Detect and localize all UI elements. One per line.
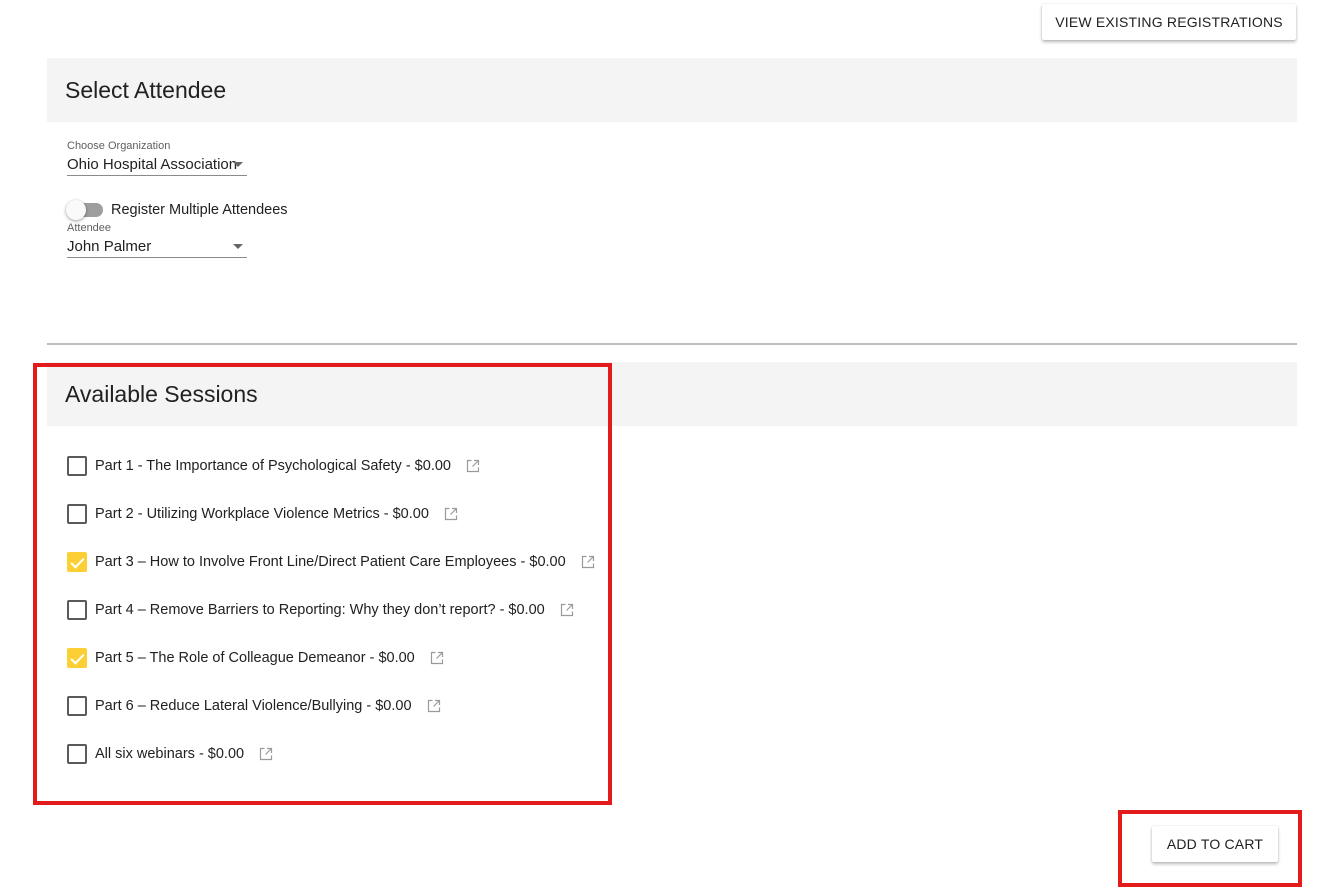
session-checkbox[interactable] (67, 456, 87, 476)
attendee-value[interactable]: John Palmer (67, 235, 247, 258)
session-checkbox[interactable] (67, 600, 87, 620)
open-in-new-icon[interactable] (581, 555, 595, 569)
session-label[interactable]: Part 1 - The Importance of Psychological… (95, 458, 451, 474)
open-in-new-icon[interactable] (430, 651, 444, 665)
open-in-new-icon[interactable] (466, 459, 480, 473)
session-checkbox[interactable] (67, 552, 87, 572)
select-attendee-title: Select Attendee (65, 76, 227, 103)
view-existing-registrations-button[interactable]: VIEW EXISTING REGISTRATIONS (1042, 4, 1296, 40)
session-checkbox[interactable] (67, 696, 87, 716)
session-item[interactable]: Part 1 - The Importance of Psychological… (67, 456, 480, 476)
select-attendee-header: Select Attendee (47, 58, 1297, 122)
toggle-switch[interactable] (66, 200, 103, 220)
session-label[interactable]: Part 4 – Remove Barriers to Reporting: W… (95, 602, 545, 618)
organization-value-text: Ohio Hospital Association (67, 156, 238, 173)
available-sessions-header: Available Sessions (47, 362, 1297, 426)
add-to-cart-button[interactable]: ADD TO CART (1152, 826, 1278, 862)
organization-select[interactable]: Choose Organization Ohio Hospital Associ… (67, 140, 247, 176)
attendee-select[interactable]: Attendee John Palmer (67, 222, 247, 258)
organization-label: Choose Organization (67, 140, 171, 152)
session-item[interactable]: Part 4 – Remove Barriers to Reporting: W… (67, 600, 574, 620)
open-in-new-icon[interactable] (259, 747, 273, 761)
register-multiple-label: Register Multiple Attendees (111, 202, 288, 218)
session-item[interactable]: Part 5 – The Role of Colleague Demeanor … (67, 648, 444, 668)
chevron-down-icon[interactable] (233, 162, 243, 167)
session-checkbox[interactable] (67, 504, 87, 524)
toggle-knob[interactable] (66, 200, 86, 220)
open-in-new-icon[interactable] (444, 507, 458, 521)
session-label[interactable]: All six webinars - $0.00 (95, 746, 244, 762)
session-item[interactable]: Part 3 – How to Involve Front Line/Direc… (67, 552, 595, 572)
attendee-label: Attendee (67, 222, 112, 234)
register-multiple-toggle[interactable]: Register Multiple Attendees (66, 200, 288, 220)
session-checkbox[interactable] (67, 744, 87, 764)
session-item[interactable]: Part 2 - Utilizing Workplace Violence Me… (67, 504, 458, 524)
session-label[interactable]: Part 6 – Reduce Lateral Violence/Bullyin… (95, 698, 412, 714)
open-in-new-icon[interactable] (560, 603, 574, 617)
session-label[interactable]: Part 5 – The Role of Colleague Demeanor … (95, 650, 415, 666)
open-in-new-icon[interactable] (427, 699, 441, 713)
attendee-value-text: John Palmer (67, 238, 152, 255)
session-label[interactable]: Part 2 - Utilizing Workplace Violence Me… (95, 506, 429, 522)
organization-value[interactable]: Ohio Hospital Association (67, 153, 247, 176)
session-label[interactable]: Part 3 – How to Involve Front Line/Direc… (95, 554, 566, 570)
session-item[interactable]: Part 6 – Reduce Lateral Violence/Bullyin… (67, 696, 441, 716)
session-item[interactable]: All six webinars - $0.00 (67, 744, 273, 764)
sessions-highlight-box (33, 363, 612, 805)
chevron-down-icon[interactable] (233, 244, 243, 249)
available-sessions-title: Available Sessions (65, 380, 258, 407)
session-checkbox[interactable] (67, 648, 87, 668)
section-divider (47, 343, 1297, 345)
